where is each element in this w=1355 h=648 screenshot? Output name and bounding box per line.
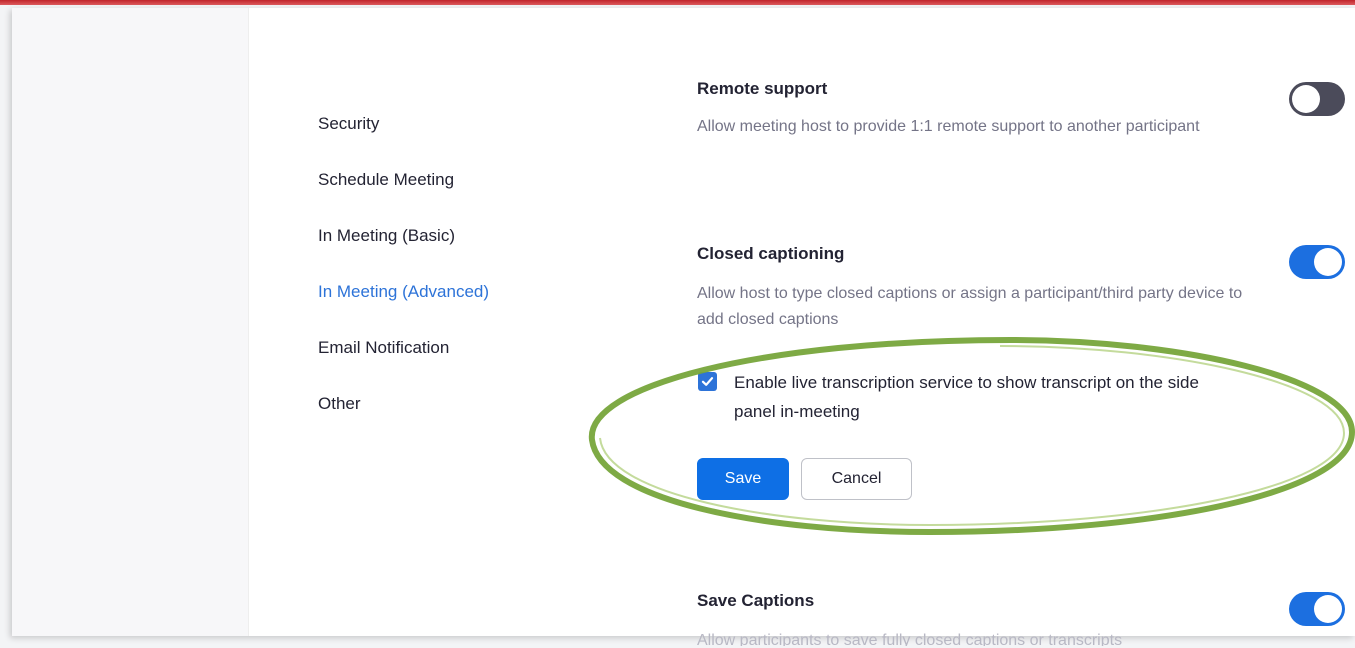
nav-item-email-notification[interactable]: Email Notification bbox=[318, 336, 489, 392]
live-transcription-label[interactable]: Enable live transcription service to sho… bbox=[734, 368, 1234, 426]
remote-support-description: Allow meeting host to provide 1:1 remote… bbox=[697, 118, 1200, 135]
nav-item-in-meeting-advanced[interactable]: In Meeting (Advanced) bbox=[318, 280, 489, 336]
closed-captioning-toggle[interactable] bbox=[1289, 245, 1345, 279]
live-transcription-checkbox[interactable] bbox=[698, 372, 717, 391]
remote-support-title: Remote support bbox=[697, 79, 828, 98]
settings-nav: Security Schedule Meeting In Meeting (Ba… bbox=[318, 112, 489, 448]
nav-item-in-meeting-basic[interactable]: In Meeting (Basic) bbox=[318, 224, 489, 280]
remote-support-toggle[interactable] bbox=[1289, 82, 1345, 116]
cancel-button[interactable]: Cancel bbox=[801, 458, 912, 500]
toggle-knob bbox=[1292, 85, 1320, 113]
top-accent-bar bbox=[0, 0, 1355, 5]
save-captions-description: Allow participants to save fully closed … bbox=[697, 632, 1123, 646]
toggle-knob bbox=[1314, 595, 1342, 623]
save-button[interactable]: Save bbox=[697, 458, 789, 500]
nav-item-security[interactable]: Security bbox=[318, 112, 489, 168]
closed-captioning-title: Closed captioning bbox=[697, 244, 845, 263]
closed-captioning-description: Allow host to type closed captions or as… bbox=[697, 285, 1243, 328]
nav-item-other[interactable]: Other bbox=[318, 392, 489, 448]
toggle-knob bbox=[1314, 248, 1342, 276]
save-captions-toggle[interactable] bbox=[1289, 592, 1345, 626]
nav-item-schedule-meeting[interactable]: Schedule Meeting bbox=[318, 168, 489, 224]
save-captions-title: Save Captions bbox=[697, 591, 815, 610]
checkmark-icon bbox=[701, 377, 714, 386]
left-sidebar-strip bbox=[12, 8, 249, 636]
